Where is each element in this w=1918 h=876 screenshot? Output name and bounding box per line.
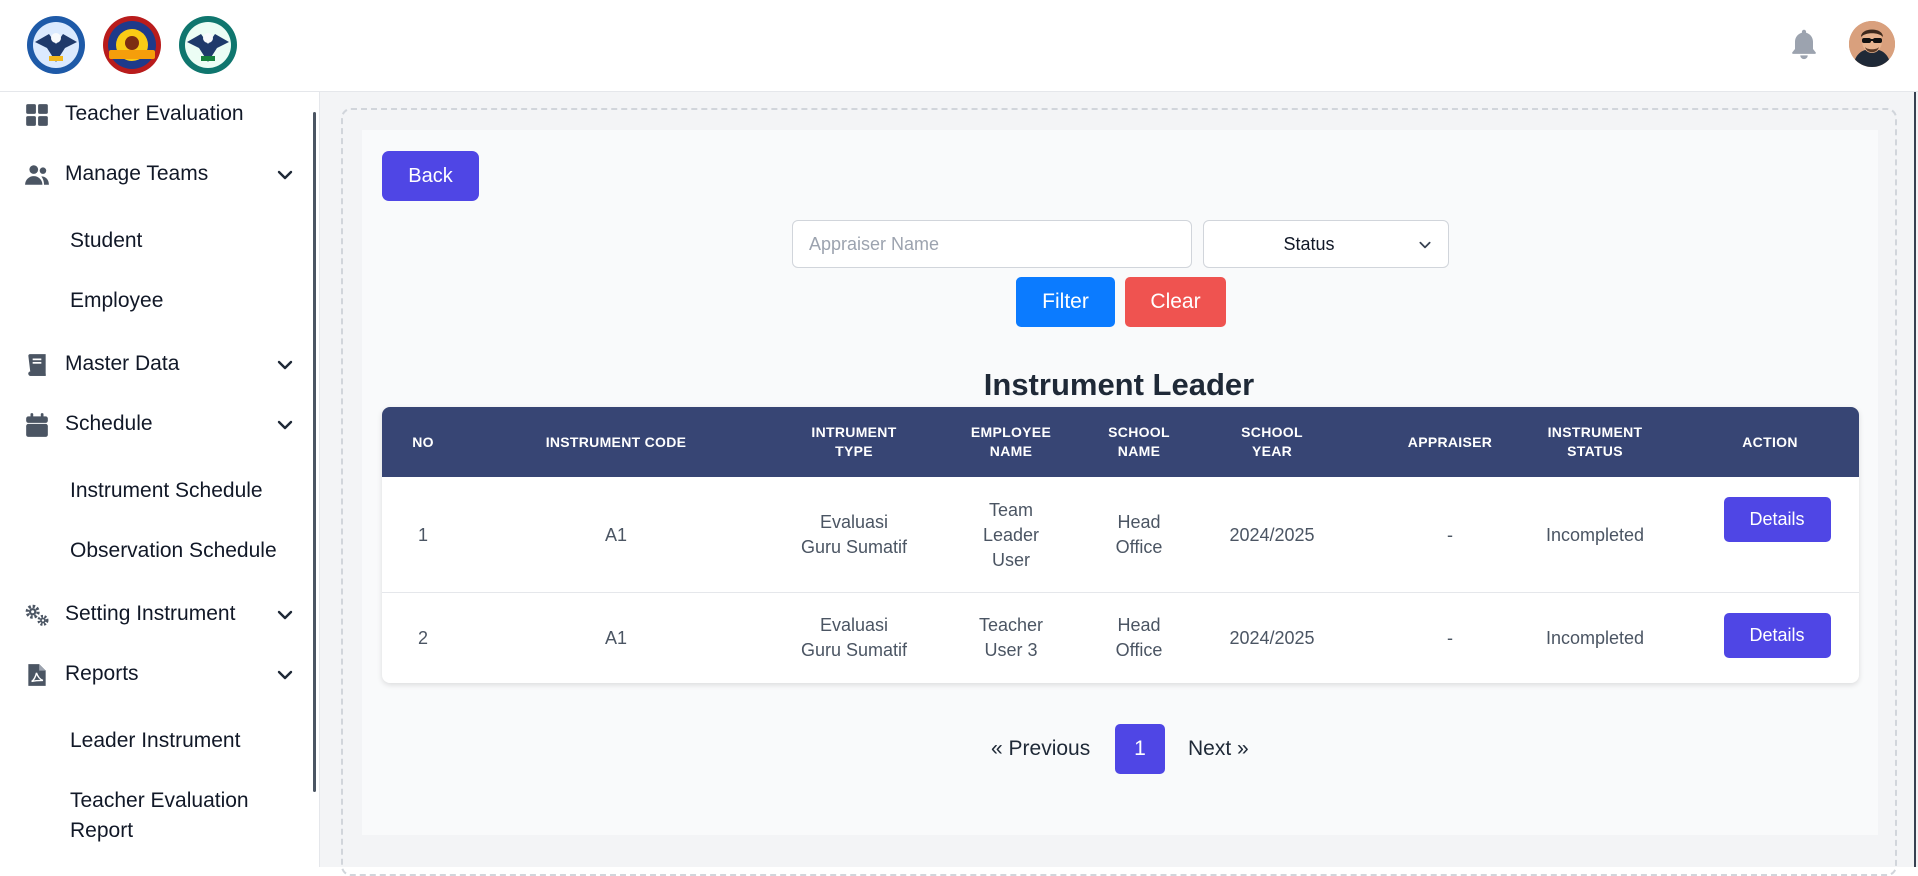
sidebar-item-manage-teams[interactable]: Manage Teams: [0, 152, 310, 196]
sidebar-subitem-student[interactable]: Student: [70, 226, 310, 256]
sidebar-item-setting-instrument[interactable]: Setting Instrument: [0, 592, 310, 636]
table-row: 2 A1 Evaluasi Guru Sumatif Teacher User …: [382, 593, 1859, 683]
sidebar-item-label: Master Data: [65, 352, 180, 375]
chevron-down-icon: [1419, 241, 1431, 249]
appraiser-name-input[interactable]: [792, 220, 1192, 268]
column-header-no[interactable]: NO: [382, 407, 464, 477]
sidebar: Teacher Evaluation Manage Teams Student …: [0, 92, 320, 867]
chevron-down-icon[interactable]: [276, 666, 294, 684]
pagination-next[interactable]: Next »: [1188, 724, 1249, 774]
school-logo-1[interactable]: [25, 14, 87, 76]
status-badge: Incompleted: [1545, 524, 1645, 545]
cell-action: Details: [1712, 477, 1842, 561]
cell-employee-name: Team Leader User: [982, 499, 1040, 570]
cell-no: 1: [417, 524, 428, 545]
cell-action: Details: [1712, 593, 1842, 677]
sidebar-item-label: Schedule: [65, 412, 153, 435]
column-header-instrument-status[interactable]: INSTRUMENT STATUS: [1530, 407, 1660, 477]
column-header-school-name[interactable]: SCHOOL NAME: [1104, 407, 1174, 477]
sidebar-item-master-data[interactable]: Master Data: [0, 342, 310, 386]
sidebar-item-label: Setting Instrument: [65, 602, 236, 625]
cell-instrument-code: A1: [604, 627, 628, 648]
sidebar-item-label: Teacher Evaluation: [65, 102, 244, 125]
cell-instrument-code: A1: [604, 524, 628, 545]
school-logo-2[interactable]: [101, 14, 163, 76]
school-logo-3[interactable]: [177, 14, 239, 76]
chevron-down-icon[interactable]: [276, 166, 294, 184]
main-content: Back Status Filter Clear Instrument Lead…: [320, 92, 1918, 876]
cell-instrument-type: Evaluasi Guru Sumatif: [800, 615, 908, 660]
chevron-down-icon[interactable]: [276, 416, 294, 434]
instrument-table: NO INSTRUMENT CODE INTRUMENT TYPE EMPLOY…: [382, 407, 1859, 683]
column-header-action[interactable]: ACTION: [1705, 407, 1835, 477]
cell-appraiser: -: [1447, 627, 1453, 648]
filter-button[interactable]: Filter: [1016, 277, 1115, 327]
column-header-employee-name[interactable]: EMPLOYEE NAME: [960, 407, 1062, 477]
cell-school-year: 2024/2025: [1229, 627, 1315, 648]
column-header-instrument-code[interactable]: INSTRUMENT CODE: [464, 407, 768, 477]
table-row: 1 A1 Evaluasi Guru Sumatif Team Leader U…: [382, 477, 1859, 593]
clear-button[interactable]: Clear: [1125, 277, 1226, 327]
cell-appraiser: -: [1447, 524, 1453, 545]
status-badge: Incompleted: [1545, 627, 1645, 648]
sidebar-subitem-leader-instrument[interactable]: Leader Instrument: [70, 726, 310, 756]
sidebar-subitem-instrument-schedule[interactable]: Instrument Schedule: [70, 476, 310, 506]
sidebar-item-label: Manage Teams: [65, 162, 209, 185]
cell-no: 2: [417, 627, 428, 648]
sidebar-subitem-observation-schedule[interactable]: Observation Schedule: [70, 536, 310, 566]
sidebar-item-reports[interactable]: Reports: [0, 652, 310, 696]
sidebar-item-teacher-evaluation[interactable]: Teacher Evaluation: [0, 92, 310, 136]
users-icon: [25, 165, 49, 185]
pagination-page-1[interactable]: 1: [1115, 724, 1165, 774]
details-button[interactable]: Details: [1723, 496, 1831, 542]
pdf-file-icon: [28, 664, 46, 686]
cell-school-name: Head Office: [1115, 615, 1163, 660]
sidebar-item-schedule[interactable]: Schedule: [0, 402, 310, 446]
status-select[interactable]: Status: [1203, 220, 1449, 268]
table-header: NO INSTRUMENT CODE INTRUMENT TYPE EMPLOY…: [382, 407, 1859, 477]
pagination-previous[interactable]: « Previous: [991, 724, 1090, 774]
chevron-down-icon[interactable]: [276, 606, 294, 624]
back-button[interactable]: Back: [382, 151, 479, 201]
main-scrollbar[interactable]: [1914, 92, 1916, 867]
cell-employee-name: Teacher User 3: [978, 615, 1044, 660]
sidebar-subitem-employee[interactable]: Employee: [70, 286, 310, 316]
sidebar-subitem-teacher-evaluation-report[interactable]: Teacher Evaluation Report: [70, 786, 300, 846]
column-header-instrument-type[interactable]: INTRUMENT TYPE: [798, 407, 910, 477]
sidebar-item-label: Reports: [65, 662, 139, 685]
dashboard-grid-icon: [26, 104, 48, 126]
column-header-school-year[interactable]: SCHOOL YEAR: [1231, 407, 1313, 477]
chevron-down-icon[interactable]: [276, 356, 294, 374]
cell-school-year: 2024/2025: [1229, 524, 1315, 545]
cell-instrument-type: Evaluasi Guru Sumatif: [800, 512, 908, 557]
book-icon: [28, 354, 46, 376]
top-header: [0, 0, 1918, 92]
table-title: Instrument Leader: [983, 367, 1255, 402]
status-select-value: Status: [1283, 234, 1335, 254]
bell-icon[interactable]: [1786, 26, 1822, 62]
cell-school-name: Head Office: [1115, 512, 1163, 557]
gears-icon: [25, 604, 49, 626]
column-header-appraiser[interactable]: APPRAISER: [1393, 407, 1507, 477]
calendar-icon: [26, 413, 48, 437]
avatar-image: [1849, 21, 1895, 67]
details-button[interactable]: Details: [1723, 612, 1831, 658]
sidebar-scrollbar[interactable]: [313, 112, 316, 792]
user-avatar[interactable]: [1849, 21, 1895, 67]
